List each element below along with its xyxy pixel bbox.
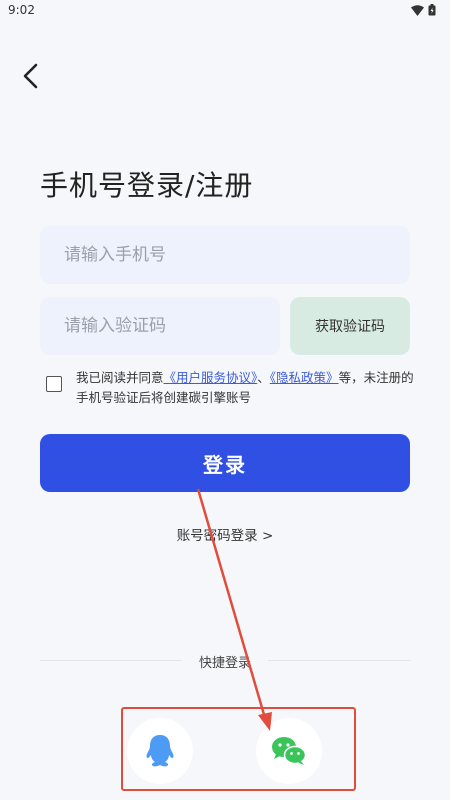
agreement-separator: 、: [257, 370, 270, 385]
battery-icon: [428, 4, 436, 16]
terms-link[interactable]: 《用户服务协议》: [164, 370, 258, 385]
agreement-prefix: 我已阅读并同意: [76, 370, 164, 385]
page-title: 手机号登录/注册: [40, 169, 254, 202]
status-time: 9:02: [8, 3, 35, 17]
verification-code-input[interactable]: [40, 297, 280, 355]
divider-right: [268, 660, 410, 661]
status-bar: 9:02: [0, 0, 450, 22]
back-arrow-icon[interactable]: [18, 62, 46, 90]
phone-input[interactable]: [40, 226, 410, 284]
agreement-checkbox[interactable]: [46, 376, 62, 392]
quick-login-label: 快捷登录: [198, 656, 251, 671]
password-login-link[interactable]: 账号密码登录 >: [0, 524, 450, 544]
login-button[interactable]: 登录: [40, 434, 410, 492]
wifi-icon: [411, 4, 424, 16]
status-icons: [411, 4, 436, 16]
annotation-highlight-box: [121, 707, 356, 791]
agreement-text: 我已阅读并同意《用户服务协议》、《隐私政策》等，未注册的手机号验证后将创建碳引擎…: [76, 368, 416, 408]
privacy-link[interactable]: 《隐私政策》: [270, 370, 339, 385]
get-code-button[interactable]: 获取验证码: [290, 297, 410, 355]
